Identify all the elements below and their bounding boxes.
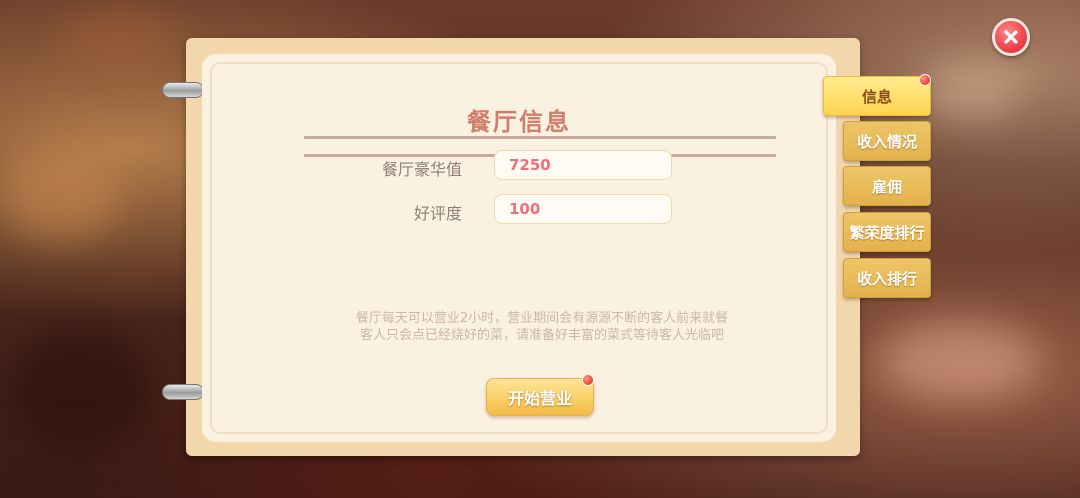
binder-ring — [162, 384, 204, 400]
description-line: 餐厅每天可以营业2小时，营业期间会有源源不断的客人前来就餐 — [355, 311, 729, 326]
luxury-value-field: 7250 — [494, 150, 672, 180]
background-blur — [0, 150, 120, 240]
background-blur — [60, 10, 180, 70]
info-book-panel: 餐厅信息 餐厅豪华值 7250 好评度 100 餐厅每天可以营业2小时，营业期间… — [162, 38, 860, 456]
binder-ring — [162, 82, 204, 98]
start-business-button[interactable]: 开始营业 — [486, 378, 594, 416]
notification-dot — [582, 374, 594, 386]
book-page: 餐厅信息 餐厅豪华值 7250 好评度 100 餐厅每天可以营业2小时，营业期间… — [202, 54, 836, 442]
rating-value-field: 100 — [494, 194, 672, 224]
background-blur — [880, 320, 1040, 400]
tab-label: 收入情况 — [856, 132, 917, 151]
tab-prosperity-ranking[interactable]: 繁荣度排行 — [843, 212, 931, 252]
notification-dot — [919, 74, 931, 86]
title-divider — [304, 136, 776, 139]
panel-title: 餐厅信息 — [467, 108, 571, 136]
luxury-label: 餐厅豪华值 — [381, 160, 462, 179]
background-blur — [10, 330, 150, 450]
tab-income[interactable]: 收入情况 — [843, 121, 931, 161]
description-line: 客人只会点已经烧好的菜，请准备好丰富的菜式等待客人光临吧 — [359, 328, 724, 343]
close-icon — [1004, 30, 1018, 44]
description-text: 餐厅每天可以营业2小时，营业期间会有源源不断的客人前来就餐 客人只会点已经烧好的… — [282, 310, 802, 344]
rating-label: 好评度 — [413, 204, 462, 223]
tab-label: 雇佣 — [871, 177, 902, 196]
tab-hire[interactable]: 雇佣 — [843, 166, 931, 206]
tab-info[interactable]: 信息 — [823, 76, 931, 116]
tab-label: 收入排行 — [856, 269, 917, 288]
background-blur — [920, 60, 1020, 120]
tab-label: 繁荣度排行 — [849, 223, 925, 242]
start-business-label: 开始营业 — [507, 389, 572, 408]
tab-income-ranking[interactable]: 收入排行 — [843, 258, 931, 298]
close-button[interactable] — [992, 18, 1030, 56]
tab-label: 信息 — [861, 87, 892, 106]
